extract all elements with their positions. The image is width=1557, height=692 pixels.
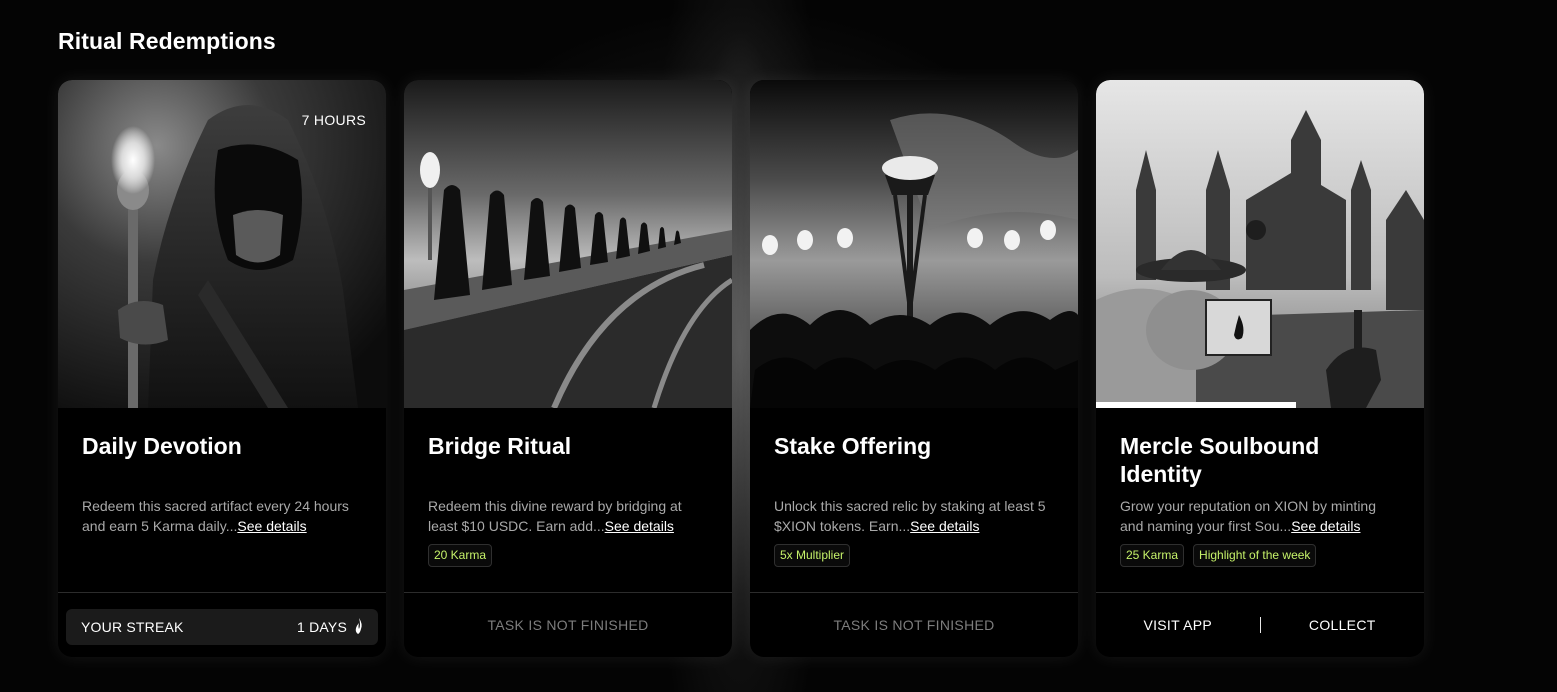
- task-status: TASK IS NOT FINISHED: [487, 617, 649, 633]
- tag-list: 20 Karma: [428, 544, 493, 567]
- page: Ritual Redemptions 7 HOURS Daily Devotio…: [0, 0, 1557, 692]
- tag-list: 25 Karma Highlight of the week: [1120, 544, 1317, 567]
- card-title: Stake Offering: [774, 433, 932, 459]
- description-text: Redeem this sacred artifact every 24 hou…: [82, 498, 349, 534]
- card-footer: TASK IS NOT FINISHED: [404, 592, 732, 657]
- card-mercle-soulbound-identity[interactable]: Mercle Soulbound Identity Grow your repu…: [1096, 80, 1424, 657]
- streak-label: YOUR STREAK: [81, 619, 184, 635]
- card-description: Unlock this sacred relic by staking at l…: [774, 496, 1054, 536]
- streak-bar: YOUR STREAK 1 DAYS: [66, 609, 378, 645]
- card-description: Grow your reputation on XION by minting …: [1120, 496, 1400, 536]
- card-description-wrap: Redeem this sacred artifact every 24 hou…: [82, 496, 362, 536]
- card-body: Mercle Soulbound Identity Grow your repu…: [1120, 432, 1400, 567]
- card-footer: YOUR STREAK 1 DAYS: [58, 592, 386, 657]
- card-stake-offering[interactable]: Stake Offering Unlock this sacred relic …: [750, 80, 1078, 657]
- card-title: Mercle Soulbound Identity: [1120, 433, 1320, 487]
- card-daily-devotion[interactable]: 7 HOURS Daily Devotion Redeem this sacre…: [58, 80, 386, 657]
- card-description: Redeem this divine reward by bridging at…: [428, 496, 708, 536]
- card-description: Redeem this sacred artifact every 24 hou…: [82, 496, 362, 536]
- card-actions: VISIT APP COLLECT: [1096, 593, 1424, 657]
- karma-tag: 25 Karma: [1120, 544, 1185, 567]
- card-body: Bridge Ritual Redeem this divine reward …: [428, 432, 708, 567]
- torch-crowd-image: [750, 80, 1078, 408]
- timer-label: 7 HOURS: [301, 112, 366, 128]
- see-details-link[interactable]: See details: [1291, 518, 1360, 534]
- castle-frog-image: [1096, 80, 1424, 408]
- tag-list: 5x Multiplier: [774, 544, 851, 567]
- see-details-link[interactable]: See details: [605, 518, 674, 534]
- hooded-figure-torch-image: 7 HOURS: [58, 80, 386, 408]
- task-status: TASK IS NOT FINISHED: [833, 617, 995, 633]
- see-details-link[interactable]: See details: [237, 518, 306, 534]
- card-title: Daily Devotion: [82, 433, 242, 459]
- card-footer: TASK IS NOT FINISHED: [750, 592, 1078, 657]
- section-title: Ritual Redemptions: [58, 28, 276, 54]
- card-body: Daily Devotion Redeem this sacred artifa…: [82, 432, 362, 534]
- streak-value: 1 DAYS: [297, 619, 347, 635]
- highlight-tag: Highlight of the week: [1193, 544, 1317, 567]
- card-body: Stake Offering Unlock this sacred relic …: [774, 432, 1054, 567]
- card-description-wrap: Unlock this sacred relic by staking at l…: [774, 496, 1054, 536]
- card-footer: VISIT APP COLLECT: [1096, 592, 1424, 657]
- card-bridge-ritual[interactable]: Bridge Ritual Redeem this divine reward …: [404, 80, 732, 657]
- multiplier-tag: 5x Multiplier: [774, 544, 851, 567]
- procession-bridge-image: [404, 80, 732, 408]
- see-details-link[interactable]: See details: [910, 518, 979, 534]
- karma-tag: 20 Karma: [428, 544, 493, 567]
- flame-icon: [354, 617, 363, 637]
- card-list: 7 HOURS Daily Devotion Redeem this sacre…: [58, 80, 1424, 657]
- card-title: Bridge Ritual: [428, 433, 572, 459]
- visit-app-button[interactable]: VISIT APP: [1096, 610, 1260, 640]
- card-description-wrap: Grow your reputation on XION by minting …: [1120, 496, 1400, 536]
- card-description-wrap: Redeem this divine reward by bridging at…: [428, 496, 708, 536]
- streak-value-group: 1 DAYS: [297, 617, 363, 637]
- collect-button[interactable]: COLLECT: [1261, 610, 1425, 640]
